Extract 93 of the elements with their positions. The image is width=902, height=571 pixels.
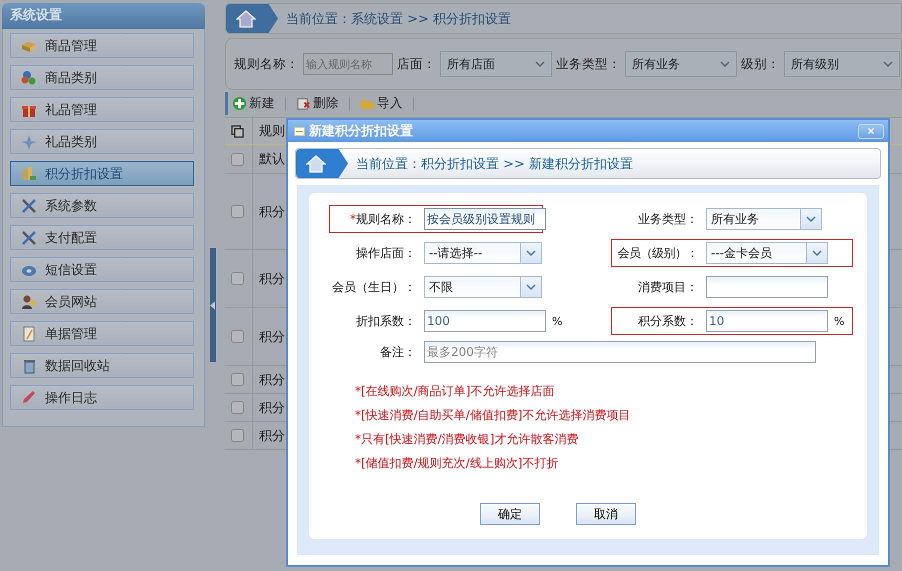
sidebar-item[interactable]: 支付配置 — [10, 225, 194, 250]
row-checkbox[interactable] — [231, 401, 244, 414]
dialog-title: 新建积分折扣设置 — [309, 122, 414, 140]
filter-label: 规则名称： — [234, 56, 299, 72]
sidebar-item[interactable]: 商品管理 — [10, 33, 194, 58]
dropdown[interactable]: --请选择-- — [424, 242, 542, 264]
caret-icon[interactable] — [535, 61, 545, 67]
toolbar-button[interactable]: 新建 — [232, 95, 275, 112]
caret-icon[interactable] — [883, 61, 893, 67]
sidebar-item[interactable]: 数据回收站 — [10, 353, 194, 378]
pencil-icon — [21, 390, 37, 406]
sparkle-icon — [21, 134, 37, 150]
sidebar-item[interactable]: 操作日志 — [10, 385, 194, 410]
caret-icon[interactable] — [806, 216, 816, 222]
remark-field[interactable]: 最多200字符 — [424, 341, 816, 363]
text-field[interactable]: 按会员级别设置规则 — [424, 208, 546, 230]
toolbar-button[interactable]: 导入 — [360, 95, 403, 112]
sidebar-item[interactable]: 系统参数 — [10, 193, 194, 218]
percent-unit: % — [834, 314, 844, 328]
home-button[interactable] — [296, 149, 348, 178]
dropdown[interactable]: ---金卡会员 — [706, 242, 828, 264]
shapes-icon — [21, 70, 37, 86]
note-text: *只有[快速消费/消费收银]才允许散客消费 — [355, 431, 580, 447]
sidebar-item[interactable]: 商品类别 — [10, 65, 194, 90]
dialog-button[interactable]: 确定 — [480, 503, 540, 525]
rule-name-field[interactable]: 输入规则名称 — [303, 53, 393, 75]
sidebar-item[interactable]: 单据管理 — [10, 321, 194, 346]
tools-icon — [21, 198, 37, 214]
table-cell-text: 积分 — [259, 328, 285, 346]
text-field[interactable]: 100 — [424, 310, 546, 332]
text-field[interactable]: 10 — [706, 310, 828, 332]
select-all-icon[interactable] — [231, 124, 244, 138]
table-cell-text: 积分 — [259, 270, 285, 288]
filter-dropdown[interactable]: 所有店面 — [440, 51, 552, 77]
caret-icon[interactable] — [720, 61, 730, 67]
sidebar-item[interactable]: 积分折扣设置 — [10, 161, 194, 186]
collapse-arrow-icon[interactable] — [210, 300, 214, 310]
dropdown[interactable]: 不限 — [424, 276, 542, 298]
note-text: *[快速消费/自助买单/储值扣费]不允许选择消费项目 — [355, 407, 632, 423]
row-checkbox[interactable] — [231, 152, 244, 166]
row-checkbox[interactable] — [231, 330, 244, 343]
bin-icon — [21, 358, 37, 374]
table-cell-text: 积分 — [259, 400, 285, 416]
field-label: 积分系数： — [637, 312, 699, 330]
table-cell-text: 积分 — [259, 372, 285, 388]
filter-dropdown[interactable]: 所有级别 — [784, 51, 900, 77]
field-label: *规则名称： — [349, 210, 417, 228]
row-checkbox[interactable] — [231, 272, 244, 285]
field-label: 操作店面： — [355, 244, 417, 262]
plus-icon[interactable] — [232, 96, 247, 111]
home-icon[interactable] — [236, 10, 256, 28]
filter-dropdown[interactable]: 所有业务 — [625, 51, 737, 77]
coins-icon — [21, 166, 37, 182]
row-checkbox[interactable] — [231, 205, 244, 218]
filter-label: 业务类型： — [556, 56, 621, 72]
table-cell-text: 积分 — [259, 204, 285, 220]
home-button[interactable] — [226, 4, 278, 33]
toolbar-button[interactable]: 删除 — [296, 95, 339, 112]
sidebar-item[interactable]: 会员网站 — [10, 289, 194, 314]
field-label: 业务类型： — [637, 210, 699, 228]
person-icon — [21, 294, 37, 310]
percent-unit: % — [552, 314, 562, 328]
note-text: *[在线购次/商品订单]不允许选择店面 — [355, 383, 556, 399]
caret-icon[interactable] — [526, 250, 536, 256]
sidebar-item[interactable]: 礼品类别 — [10, 129, 194, 154]
row-checkbox[interactable] — [231, 373, 244, 386]
text-field[interactable] — [706, 276, 828, 298]
field-label: 折扣系数： — [355, 312, 417, 330]
breadcrumb-text: 当前位置：系统设置 >> 积分折扣设置 — [286, 10, 512, 28]
column-header[interactable]: 规则 — [259, 122, 285, 140]
field-label: 备注： — [379, 344, 417, 360]
caret-icon[interactable] — [526, 284, 536, 290]
tools-icon — [21, 230, 37, 246]
sidebar-item[interactable]: 短信设置 — [10, 257, 194, 282]
field-label: 会员（生日）： — [331, 278, 417, 296]
filter-label: 级别： — [741, 56, 780, 72]
sidebar-item[interactable]: 礼品管理 — [10, 97, 194, 122]
field-label: 会员（级别）： — [616, 244, 699, 262]
table-cell-text: 积分 — [259, 428, 285, 444]
table-cell-text: 默认 — [259, 151, 285, 168]
caret-icon[interactable] — [812, 250, 822, 256]
field-label: 消费项目： — [637, 278, 699, 296]
breadcrumb-text: 当前位置：积分折扣设置 >> 新建积分折扣设置 — [356, 156, 634, 172]
window-icon — [294, 126, 305, 136]
dropdown[interactable]: 所有业务 — [706, 208, 822, 230]
dialog-button[interactable]: 取消 — [576, 503, 636, 525]
sidebar-title: 系统设置 — [2, 3, 205, 29]
delete-icon[interactable] — [296, 96, 311, 111]
row-checkbox[interactable] — [231, 429, 244, 442]
note-text: *[储值扣费/规则充次/线上购次]不打折 — [355, 455, 560, 471]
notepad-icon — [21, 326, 37, 342]
collapse-handle[interactable] — [210, 248, 216, 362]
filter-label: 店面： — [397, 56, 436, 72]
